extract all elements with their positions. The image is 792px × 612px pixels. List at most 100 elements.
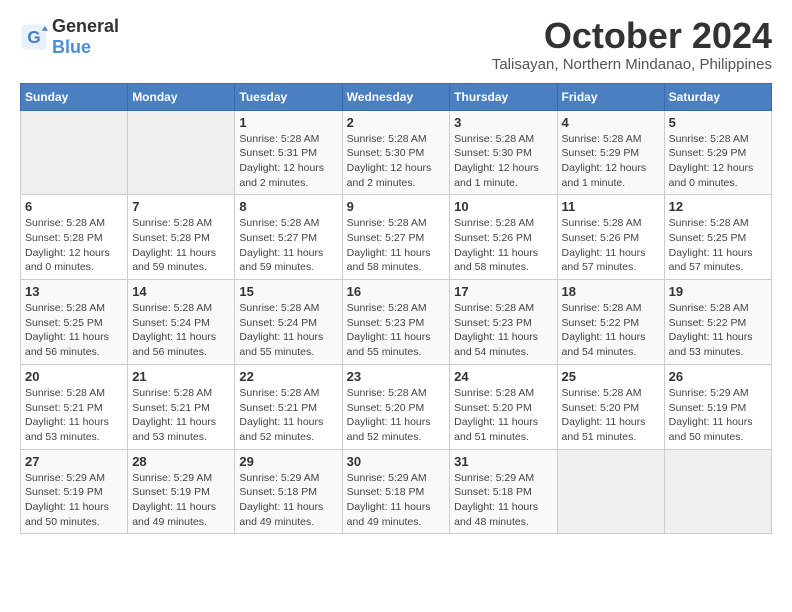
calendar-cell: 8Sunrise: 5:28 AM Sunset: 5:27 PM Daylig… bbox=[235, 195, 342, 280]
day-info: Sunrise: 5:28 AM Sunset: 5:28 PM Dayligh… bbox=[25, 216, 123, 275]
day-info: Sunrise: 5:28 AM Sunset: 5:21 PM Dayligh… bbox=[25, 386, 123, 445]
day-info: Sunrise: 5:28 AM Sunset: 5:26 PM Dayligh… bbox=[454, 216, 552, 275]
calendar-table: SundayMondayTuesdayWednesdayThursdayFrid… bbox=[20, 83, 772, 535]
header-wednesday: Wednesday bbox=[342, 83, 450, 110]
calendar-cell: 5 Sunrise: 5:28 AM Sunset: 5:29 PM Daylig… bbox=[664, 110, 771, 195]
calendar-cell: 30 Sunrise: 5:29 AM Sunset: 5:18 PM Dayli… bbox=[342, 449, 450, 534]
week-row-1: 6 Sunrise: 5:28 AM Sunset: 5:28 PM Daylig… bbox=[21, 195, 772, 280]
day-info: Sunrise: 5:28 AM Sunset: 5:23 PM Dayligh… bbox=[347, 301, 446, 360]
day-info: Sunrise: 5:28 AM Sunset: 5:22 PM Dayligh… bbox=[562, 301, 660, 360]
calendar-cell bbox=[21, 110, 128, 195]
calendar-cell: 29 Sunrise: 5:29 AM Sunset: 5:18 PM Dayli… bbox=[235, 449, 342, 534]
logo-blue: Blue bbox=[52, 37, 91, 57]
day-number: 1 bbox=[239, 115, 337, 130]
day-number: 29 bbox=[239, 454, 337, 469]
calendar-cell: 20Sunrise: 5:28 AM Sunset: 5:21 PM Dayli… bbox=[21, 364, 128, 449]
day-info: Sunrise: 5:29 AM Sunset: 5:18 PM Dayligh… bbox=[239, 471, 337, 530]
title-area: October 2024 Talisayan, Northern Mindana… bbox=[492, 16, 772, 73]
calendar-cell: 4Sunrise: 5:28 AM Sunset: 5:29 PM Daylig… bbox=[557, 110, 664, 195]
calendar-cell: 10 Sunrise: 5:28 AM Sunset: 5:26 PM Dayli… bbox=[450, 195, 557, 280]
day-info: Sunrise: 5:28 AM Sunset: 5:24 PM Dayligh… bbox=[132, 301, 230, 360]
calendar-cell: 19Sunrise: 5:28 AM Sunset: 5:22 PM Dayli… bbox=[664, 280, 771, 365]
day-number: 14 bbox=[132, 284, 230, 299]
day-number: 31 bbox=[454, 454, 552, 469]
calendar-cell: 3 Sunrise: 5:28 AM Sunset: 5:30 PM Daylig… bbox=[450, 110, 557, 195]
day-number: 6 bbox=[25, 199, 123, 214]
day-number: 13 bbox=[25, 284, 123, 299]
header-saturday: Saturday bbox=[664, 83, 771, 110]
day-info: Sunrise: 5:29 AM Sunset: 5:18 PM Dayligh… bbox=[454, 471, 552, 530]
calendar-cell: 7 Sunrise: 5:28 AM Sunset: 5:28 PM Daylig… bbox=[128, 195, 235, 280]
day-number: 26 bbox=[669, 369, 767, 384]
calendar-cell: 6 Sunrise: 5:28 AM Sunset: 5:28 PM Daylig… bbox=[21, 195, 128, 280]
calendar-cell: 1 Sunrise: 5:28 AM Sunset: 5:31 PM Daylig… bbox=[235, 110, 342, 195]
logo-icon: G bbox=[20, 23, 48, 51]
header-thursday: Thursday bbox=[450, 83, 557, 110]
week-row-2: 13Sunrise: 5:28 AM Sunset: 5:25 PM Dayli… bbox=[21, 280, 772, 365]
day-info: Sunrise: 5:28 AM Sunset: 5:31 PM Dayligh… bbox=[239, 132, 337, 191]
day-info: Sunrise: 5:28 AM Sunset: 5:30 PM Dayligh… bbox=[347, 132, 446, 191]
calendar-cell bbox=[557, 449, 664, 534]
week-row-0: 1 Sunrise: 5:28 AM Sunset: 5:31 PM Daylig… bbox=[21, 110, 772, 195]
logo-general: General bbox=[52, 16, 119, 36]
day-number: 17 bbox=[454, 284, 552, 299]
calendar-cell: 23 Sunrise: 5:28 AM Sunset: 5:20 PM Dayli… bbox=[342, 364, 450, 449]
logo: G General Blue bbox=[20, 16, 119, 58]
calendar-body: 1 Sunrise: 5:28 AM Sunset: 5:31 PM Daylig… bbox=[21, 110, 772, 534]
day-info: Sunrise: 5:28 AM Sunset: 5:30 PM Dayligh… bbox=[454, 132, 552, 191]
calendar-cell: 24 Sunrise: 5:28 AM Sunset: 5:20 PM Dayli… bbox=[450, 364, 557, 449]
day-info: Sunrise: 5:29 AM Sunset: 5:19 PM Dayligh… bbox=[25, 471, 123, 530]
calendar-cell bbox=[664, 449, 771, 534]
location-title: Talisayan, Northern Mindanao, Philippine… bbox=[492, 56, 772, 73]
calendar-cell: 31 Sunrise: 5:29 AM Sunset: 5:18 PM Dayli… bbox=[450, 449, 557, 534]
day-number: 4 bbox=[562, 115, 660, 130]
day-number: 10 bbox=[454, 199, 552, 214]
day-number: 11 bbox=[562, 199, 660, 214]
day-number: 28 bbox=[132, 454, 230, 469]
day-number: 7 bbox=[132, 199, 230, 214]
day-info: Sunrise: 5:28 AM Sunset: 5:25 PM Dayligh… bbox=[669, 216, 767, 275]
calendar-cell: 25 Sunrise: 5:28 AM Sunset: 5:20 PM Dayli… bbox=[557, 364, 664, 449]
day-number: 30 bbox=[347, 454, 446, 469]
month-title: October 2024 bbox=[492, 16, 772, 56]
day-info: Sunrise: 5:29 AM Sunset: 5:19 PM Dayligh… bbox=[669, 386, 767, 445]
day-info: Sunrise: 5:28 AM Sunset: 5:28 PM Dayligh… bbox=[132, 216, 230, 275]
header-monday: Monday bbox=[128, 83, 235, 110]
day-number: 5 bbox=[669, 115, 767, 130]
svg-text:G: G bbox=[27, 28, 40, 47]
day-number: 18 bbox=[562, 284, 660, 299]
calendar-cell: 9Sunrise: 5:28 AM Sunset: 5:27 PM Daylig… bbox=[342, 195, 450, 280]
calendar-cell: 15Sunrise: 5:28 AM Sunset: 5:24 PM Dayli… bbox=[235, 280, 342, 365]
day-number: 23 bbox=[347, 369, 446, 384]
day-number: 22 bbox=[239, 369, 337, 384]
week-row-3: 20Sunrise: 5:28 AM Sunset: 5:21 PM Dayli… bbox=[21, 364, 772, 449]
day-number: 24 bbox=[454, 369, 552, 384]
day-info: Sunrise: 5:28 AM Sunset: 5:22 PM Dayligh… bbox=[669, 301, 767, 360]
day-number: 25 bbox=[562, 369, 660, 384]
calendar-cell: 12 Sunrise: 5:28 AM Sunset: 5:25 PM Dayli… bbox=[664, 195, 771, 280]
day-info: Sunrise: 5:28 AM Sunset: 5:23 PM Dayligh… bbox=[454, 301, 552, 360]
day-info: Sunrise: 5:28 AM Sunset: 5:20 PM Dayligh… bbox=[562, 386, 660, 445]
day-info: Sunrise: 5:29 AM Sunset: 5:18 PM Dayligh… bbox=[347, 471, 446, 530]
day-number: 8 bbox=[239, 199, 337, 214]
day-number: 21 bbox=[132, 369, 230, 384]
calendar-cell: 2Sunrise: 5:28 AM Sunset: 5:30 PM Daylig… bbox=[342, 110, 450, 195]
day-info: Sunrise: 5:28 AM Sunset: 5:20 PM Dayligh… bbox=[347, 386, 446, 445]
day-info: Sunrise: 5:28 AM Sunset: 5:21 PM Dayligh… bbox=[239, 386, 337, 445]
header-tuesday: Tuesday bbox=[235, 83, 342, 110]
header-friday: Friday bbox=[557, 83, 664, 110]
day-info: Sunrise: 5:28 AM Sunset: 5:26 PM Dayligh… bbox=[562, 216, 660, 275]
day-number: 3 bbox=[454, 115, 552, 130]
calendar-cell: 21 Sunrise: 5:28 AM Sunset: 5:21 PM Dayli… bbox=[128, 364, 235, 449]
calendar-cell: 18 Sunrise: 5:28 AM Sunset: 5:22 PM Dayli… bbox=[557, 280, 664, 365]
day-number: 12 bbox=[669, 199, 767, 214]
calendar-cell: 16Sunrise: 5:28 AM Sunset: 5:23 PM Dayli… bbox=[342, 280, 450, 365]
calendar-cell: 13Sunrise: 5:28 AM Sunset: 5:25 PM Dayli… bbox=[21, 280, 128, 365]
day-number: 27 bbox=[25, 454, 123, 469]
day-info: Sunrise: 5:28 AM Sunset: 5:24 PM Dayligh… bbox=[239, 301, 337, 360]
day-info: Sunrise: 5:28 AM Sunset: 5:20 PM Dayligh… bbox=[454, 386, 552, 445]
day-info: Sunrise: 5:28 AM Sunset: 5:21 PM Dayligh… bbox=[132, 386, 230, 445]
calendar-cell: 28Sunrise: 5:29 AM Sunset: 5:19 PM Dayli… bbox=[128, 449, 235, 534]
calendar-cell bbox=[128, 110, 235, 195]
day-info: Sunrise: 5:28 AM Sunset: 5:29 PM Dayligh… bbox=[669, 132, 767, 191]
